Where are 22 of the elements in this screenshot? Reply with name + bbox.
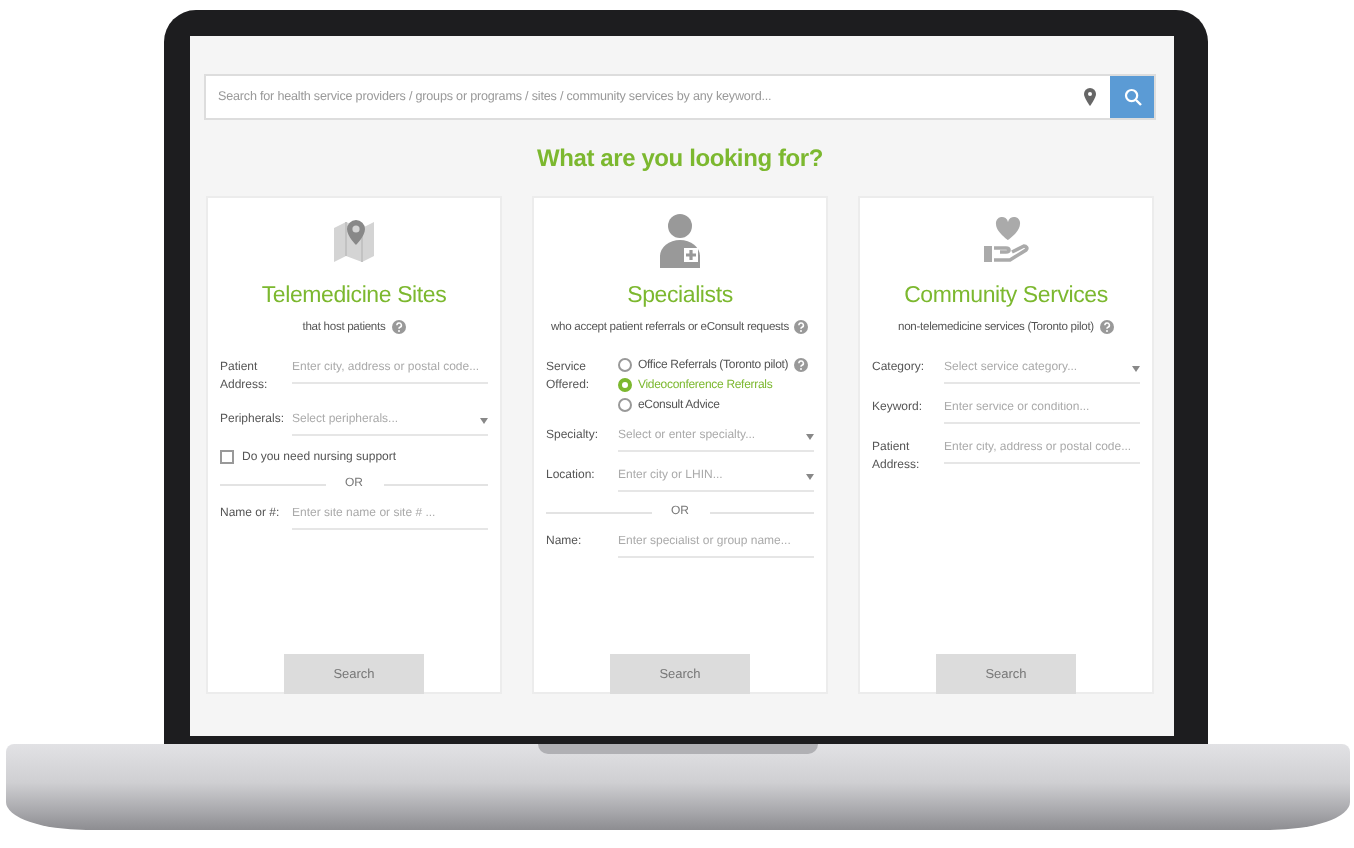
info-icon[interactable] <box>391 320 406 334</box>
info-icon[interactable] <box>794 358 809 372</box>
radio-button[interactable] <box>618 378 632 392</box>
search-button[interactable] <box>1110 76 1154 118</box>
radio-button[interactable] <box>618 398 632 412</box>
caret-icon <box>806 473 814 479</box>
hand-heart-icon <box>980 216 1032 268</box>
card-title: Community Services <box>904 284 1108 308</box>
checkbox[interactable] <box>220 450 234 464</box>
card-title: Telemedicine Sites <box>261 284 447 308</box>
radio-button[interactable] <box>618 358 632 372</box>
map-pin-icon[interactable] <box>1084 88 1096 106</box>
doctor-icon <box>658 212 702 268</box>
caret-icon <box>1132 365 1140 371</box>
caret-icon <box>806 433 814 439</box>
map-pin-icon <box>330 216 378 268</box>
caret-icon <box>480 417 488 423</box>
info-icon[interactable] <box>1099 320 1114 334</box>
info-icon[interactable] <box>794 320 809 334</box>
page-heading: What are you looking for? <box>534 144 825 172</box>
card-title: Specialists <box>627 284 733 308</box>
search-icon <box>1123 88 1141 106</box>
